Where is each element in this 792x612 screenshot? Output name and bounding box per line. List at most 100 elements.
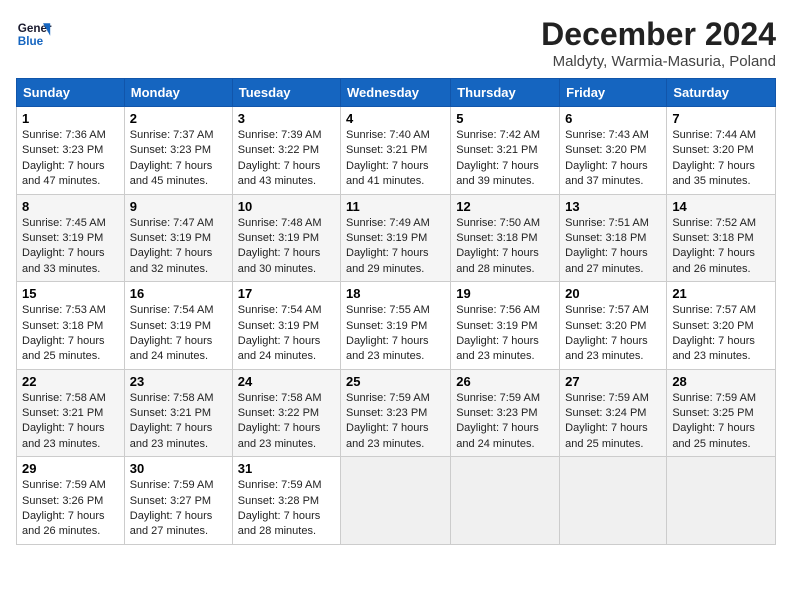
day-info: Sunrise: 7:59 AMSunset: 3:27 PMDaylight:… [130, 479, 214, 537]
logo: General Blue [16, 16, 52, 52]
day-number: 12 [456, 199, 554, 214]
calendar-cell-day-27: 27 Sunrise: 7:59 AMSunset: 3:24 PMDaylig… [560, 369, 667, 457]
day-number: 29 [22, 461, 119, 476]
calendar-cell-day-12: 12 Sunrise: 7:50 AMSunset: 3:18 PMDaylig… [451, 194, 560, 282]
day-info: Sunrise: 7:59 AMSunset: 3:25 PMDaylight:… [672, 392, 756, 450]
calendar-table: SundayMondayTuesdayWednesdayThursdayFrid… [16, 78, 776, 545]
calendar-cell-day-23: 23 Sunrise: 7:58 AMSunset: 3:21 PMDaylig… [124, 369, 232, 457]
day-info: Sunrise: 7:59 AMSunset: 3:23 PMDaylight:… [456, 392, 540, 450]
calendar-cell-empty [341, 457, 451, 545]
day-number: 3 [238, 111, 335, 126]
day-number: 9 [130, 199, 227, 214]
title-block: December 2024 Maldyty, Warmia-Masuria, P… [541, 16, 776, 70]
day-info: Sunrise: 7:54 AMSunset: 3:19 PMDaylight:… [130, 304, 214, 362]
day-number: 1 [22, 111, 119, 126]
day-info: Sunrise: 7:59 AMSunset: 3:23 PMDaylight:… [346, 392, 430, 450]
day-info: Sunrise: 7:55 AMSunset: 3:19 PMDaylight:… [346, 304, 430, 362]
day-info: Sunrise: 7:47 AMSunset: 3:19 PMDaylight:… [130, 217, 214, 275]
day-info: Sunrise: 7:43 AMSunset: 3:20 PMDaylight:… [565, 129, 649, 187]
day-info: Sunrise: 7:59 AMSunset: 3:26 PMDaylight:… [22, 479, 106, 537]
day-info: Sunrise: 7:54 AMSunset: 3:19 PMDaylight:… [238, 304, 322, 362]
day-number: 28 [672, 374, 770, 389]
day-number: 20 [565, 286, 661, 301]
day-number: 23 [130, 374, 227, 389]
day-number: 21 [672, 286, 770, 301]
day-number: 24 [238, 374, 335, 389]
col-header-saturday: Saturday [667, 79, 776, 107]
month-title: December 2024 [541, 16, 776, 53]
calendar-cell-day-31: 31 Sunrise: 7:59 AMSunset: 3:28 PMDaylig… [232, 457, 340, 545]
svg-text:Blue: Blue [18, 35, 44, 48]
calendar-cell-day-28: 28 Sunrise: 7:59 AMSunset: 3:25 PMDaylig… [667, 369, 776, 457]
day-info: Sunrise: 7:40 AMSunset: 3:21 PMDaylight:… [346, 129, 430, 187]
day-info: Sunrise: 7:59 AMSunset: 3:28 PMDaylight:… [238, 479, 322, 537]
day-number: 30 [130, 461, 227, 476]
col-header-tuesday: Tuesday [232, 79, 340, 107]
day-number: 22 [22, 374, 119, 389]
day-number: 26 [456, 374, 554, 389]
calendar-cell-day-4: 4 Sunrise: 7:40 AMSunset: 3:21 PMDayligh… [341, 107, 451, 195]
day-number: 14 [672, 199, 770, 214]
calendar-cell-day-17: 17 Sunrise: 7:54 AMSunset: 3:19 PMDaylig… [232, 282, 340, 370]
day-number: 2 [130, 111, 227, 126]
day-info: Sunrise: 7:45 AMSunset: 3:19 PMDaylight:… [22, 217, 106, 275]
day-number: 16 [130, 286, 227, 301]
calendar-cell-day-29: 29 Sunrise: 7:59 AMSunset: 3:26 PMDaylig… [17, 457, 125, 545]
calendar-row: 29 Sunrise: 7:59 AMSunset: 3:26 PMDaylig… [17, 457, 776, 545]
calendar-cell-day-11: 11 Sunrise: 7:49 AMSunset: 3:19 PMDaylig… [341, 194, 451, 282]
day-number: 7 [672, 111, 770, 126]
calendar-cell-day-3: 3 Sunrise: 7:39 AMSunset: 3:22 PMDayligh… [232, 107, 340, 195]
day-number: 4 [346, 111, 445, 126]
col-header-thursday: Thursday [451, 79, 560, 107]
day-number: 6 [565, 111, 661, 126]
day-number: 5 [456, 111, 554, 126]
calendar-header-row: SundayMondayTuesdayWednesdayThursdayFrid… [17, 79, 776, 107]
col-header-sunday: Sunday [17, 79, 125, 107]
day-info: Sunrise: 7:49 AMSunset: 3:19 PMDaylight:… [346, 217, 430, 275]
calendar-cell-day-7: 7 Sunrise: 7:44 AMSunset: 3:20 PMDayligh… [667, 107, 776, 195]
day-number: 27 [565, 374, 661, 389]
day-info: Sunrise: 7:58 AMSunset: 3:22 PMDaylight:… [238, 392, 322, 450]
day-number: 18 [346, 286, 445, 301]
day-info: Sunrise: 7:39 AMSunset: 3:22 PMDaylight:… [238, 129, 322, 187]
day-info: Sunrise: 7:57 AMSunset: 3:20 PMDaylight:… [672, 304, 756, 362]
day-number: 17 [238, 286, 335, 301]
calendar-row: 8 Sunrise: 7:45 AMSunset: 3:19 PMDayligh… [17, 194, 776, 282]
day-info: Sunrise: 7:53 AMSunset: 3:18 PMDaylight:… [22, 304, 106, 362]
calendar-cell-day-26: 26 Sunrise: 7:59 AMSunset: 3:23 PMDaylig… [451, 369, 560, 457]
calendar-cell-day-9: 9 Sunrise: 7:47 AMSunset: 3:19 PMDayligh… [124, 194, 232, 282]
col-header-monday: Monday [124, 79, 232, 107]
day-number: 15 [22, 286, 119, 301]
day-info: Sunrise: 7:51 AMSunset: 3:18 PMDaylight:… [565, 217, 649, 275]
calendar-cell-day-19: 19 Sunrise: 7:56 AMSunset: 3:19 PMDaylig… [451, 282, 560, 370]
day-number: 8 [22, 199, 119, 214]
page-header: General Blue December 2024 Maldyty, Warm… [16, 16, 776, 70]
day-info: Sunrise: 7:37 AMSunset: 3:23 PMDaylight:… [130, 129, 214, 187]
logo-icon: General Blue [16, 16, 52, 52]
col-header-friday: Friday [560, 79, 667, 107]
day-info: Sunrise: 7:48 AMSunset: 3:19 PMDaylight:… [238, 217, 322, 275]
calendar-cell-day-2: 2 Sunrise: 7:37 AMSunset: 3:23 PMDayligh… [124, 107, 232, 195]
day-number: 31 [238, 461, 335, 476]
calendar-cell-day-15: 15 Sunrise: 7:53 AMSunset: 3:18 PMDaylig… [17, 282, 125, 370]
calendar-cell-empty [667, 457, 776, 545]
day-info: Sunrise: 7:59 AMSunset: 3:24 PMDaylight:… [565, 392, 649, 450]
calendar-cell-day-25: 25 Sunrise: 7:59 AMSunset: 3:23 PMDaylig… [341, 369, 451, 457]
day-info: Sunrise: 7:58 AMSunset: 3:21 PMDaylight:… [22, 392, 106, 450]
calendar-cell-day-13: 13 Sunrise: 7:51 AMSunset: 3:18 PMDaylig… [560, 194, 667, 282]
calendar-cell-day-16: 16 Sunrise: 7:54 AMSunset: 3:19 PMDaylig… [124, 282, 232, 370]
calendar-cell-day-21: 21 Sunrise: 7:57 AMSunset: 3:20 PMDaylig… [667, 282, 776, 370]
calendar-cell-empty [451, 457, 560, 545]
day-number: 25 [346, 374, 445, 389]
day-info: Sunrise: 7:56 AMSunset: 3:19 PMDaylight:… [456, 304, 540, 362]
calendar-cell-day-20: 20 Sunrise: 7:57 AMSunset: 3:20 PMDaylig… [560, 282, 667, 370]
calendar-row: 15 Sunrise: 7:53 AMSunset: 3:18 PMDaylig… [17, 282, 776, 370]
day-number: 19 [456, 286, 554, 301]
calendar-cell-day-5: 5 Sunrise: 7:42 AMSunset: 3:21 PMDayligh… [451, 107, 560, 195]
day-number: 11 [346, 199, 445, 214]
day-info: Sunrise: 7:44 AMSunset: 3:20 PMDaylight:… [672, 129, 756, 187]
calendar-row: 1 Sunrise: 7:36 AMSunset: 3:23 PMDayligh… [17, 107, 776, 195]
calendar-cell-empty [560, 457, 667, 545]
location: Maldyty, Warmia-Masuria, Poland [541, 53, 776, 70]
day-number: 10 [238, 199, 335, 214]
